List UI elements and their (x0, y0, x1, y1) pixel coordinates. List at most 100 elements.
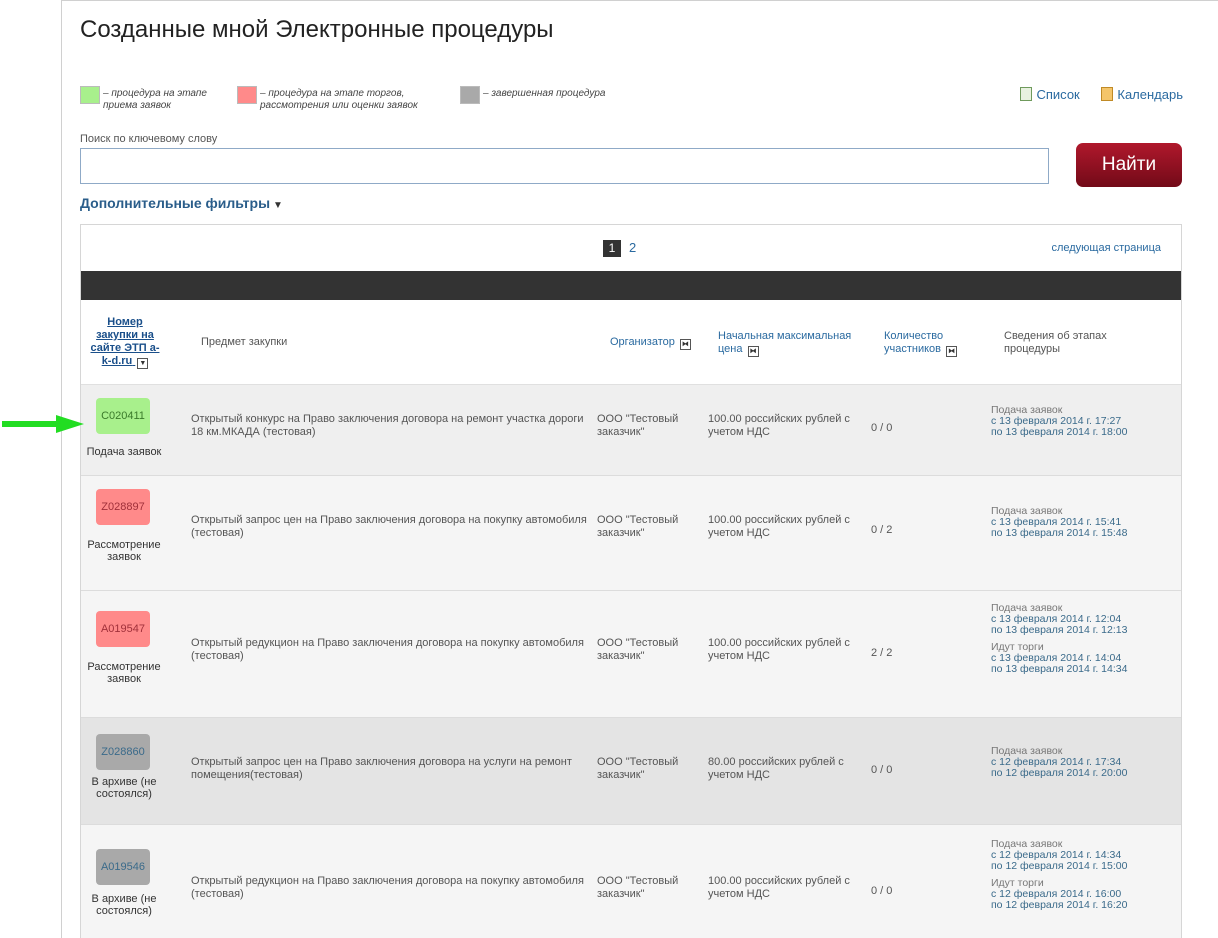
procedure-stages: Подача заявок с 13 февраля 2014 г. 12:04… (991, 603, 1181, 681)
table-header-band (81, 271, 1181, 300)
stage-block: Подача заявок с 13 февраля 2014 г. 12:04… (991, 603, 1181, 636)
procedure-status: В архиве (не состоялся) (91, 776, 157, 800)
additional-filters-label: Дополнительные фильтры (80, 195, 271, 211)
procedure-organizer: ООО "Тестовый заказчик" (597, 514, 679, 539)
stage-block: Идут торги с 12 февраля 2014 г. 16:00 по… (991, 878, 1181, 911)
page-2-link[interactable]: 2 (629, 240, 636, 255)
stage-block: Подача заявок с 13 февраля 2014 г. 17:27… (991, 405, 1181, 438)
stage-date-to: по 13 февраля 2014 г. 12:13 (991, 624, 1128, 636)
procedure-stages: Подача заявок с 12 февраля 2014 г. 14:34… (991, 839, 1181, 917)
stage-date-to: по 13 февраля 2014 г. 14:34 (991, 663, 1128, 675)
additional-filters-toggle[interactable]: Дополнительные фильтры ▼ (80, 195, 283, 211)
procedure-status: В архиве (не состоялся) (91, 893, 157, 917)
legend-text: – процедура на этапе приема заявок (103, 88, 207, 112)
procedure-status: Подача заявок (86, 446, 162, 458)
procedure-subject: Открытый конкурс на Право заключения дог… (191, 413, 584, 438)
sort-icon[interactable]: ⧓ (946, 346, 958, 357)
procedure-subject: Открытый запрос цен на Право заключения … (191, 514, 587, 539)
legend-text-line: приема заявок (103, 100, 171, 111)
legend-text-line: – процедура на этапе (103, 88, 207, 99)
participants-count: 2 / 2 (871, 647, 893, 659)
column-header-organizer-label: Организатор (610, 336, 675, 348)
table-header: Номер закупки на сайте ЭТП a-k-d.ru ▼ Пр… (81, 300, 1181, 385)
search-input[interactable] (80, 148, 1049, 184)
legend-text-line: – процедура на этапе торгов, (260, 88, 405, 99)
procedure-subject: Открытый запрос цен на Право заключения … (191, 756, 572, 781)
legend-text: – завершенная процедура (483, 88, 605, 100)
legend-text-line: – завершенная процедура (483, 88, 606, 99)
procedure-subject: Открытый редукцион на Право заключения д… (191, 875, 584, 900)
procedure-price: 100.00 российских рублей с учетом НДС (708, 514, 850, 539)
legend-text-line: рассмотрения или оценки заявок (260, 100, 418, 111)
participants-count: 0 / 2 (871, 524, 893, 536)
caret-down-icon: ▼ (273, 200, 283, 211)
column-header-organizer[interactable]: Организатор ⧓ (610, 336, 691, 350)
procedure-number-badge[interactable]: Z028860 (96, 734, 150, 770)
search-button[interactable]: Найти (1076, 143, 1182, 187)
procedure-number-badge[interactable]: A019547 (96, 611, 150, 647)
procedure-stages: Подача заявок с 13 февраля 2014 г. 17:27… (991, 405, 1181, 444)
search-label: Поиск по ключевому слову (80, 133, 218, 145)
procedure-stages: Подача заявок с 12 февраля 2014 г. 17:34… (991, 746, 1181, 785)
procedure-number-badge[interactable]: Z028897 (96, 489, 150, 525)
stage-date-to: по 12 февраля 2014 г. 16:20 (991, 899, 1128, 911)
stage-date-to: по 13 февраля 2014 г. 15:48 (991, 527, 1128, 539)
participants-count: 0 / 0 (871, 422, 893, 434)
column-header-price[interactable]: Начальная максимальная цена ⧓ (718, 330, 858, 357)
view-switcher: Список Календарь (1002, 87, 1183, 102)
procedure-status: Рассмотрение заявок (87, 539, 161, 563)
procedure-organizer: ООО "Тестовый заказчик" (597, 637, 679, 662)
legend-text: – процедура на этапе торгов, рассмотрени… (260, 88, 418, 112)
page-title: Созданные мной Электронные процедуры (80, 16, 554, 43)
sort-icon[interactable]: ⧓ (747, 346, 759, 357)
calendar-icon (1101, 87, 1114, 101)
stage-block: Подача заявок с 12 февраля 2014 г. 14:34… (991, 839, 1181, 872)
procedure-status: Рассмотрение заявок (87, 661, 161, 685)
stage-block: Идут торги с 13 февраля 2014 г. 14:04 по… (991, 642, 1181, 675)
procedure-price: 100.00 российских рублей с учетом НДС (708, 637, 850, 662)
page-1-current: 1 (603, 240, 621, 257)
procedure-subject: Открытый редукцион на Право заключения д… (191, 637, 584, 662)
participants-count: 0 / 0 (871, 764, 893, 776)
table-row[interactable]: A019547 Рассмотрение заявок Открытый ред… (81, 591, 1181, 718)
column-header-participants[interactable]: Количество участников ⧓ (884, 330, 979, 357)
next-page-link[interactable]: следующая страница (1051, 242, 1161, 254)
table-row[interactable]: A019546 В архиве (не состоялся) Открытый… (81, 825, 1181, 938)
procedure-organizer: ООО "Тестовый заказчик" (597, 413, 679, 438)
stage-block: Подача заявок с 13 февраля 2014 г. 15:41… (991, 506, 1181, 539)
legend-swatch-green (80, 86, 100, 104)
column-header-subject: Предмет закупки (201, 336, 288, 348)
procedure-price: 80.00 российских рублей с учетом НДС (708, 756, 844, 781)
stage-date-to: по 12 февраля 2014 г. 20:00 (991, 767, 1128, 779)
procedure-price: 100.00 российских рублей с учетом НДС (708, 413, 850, 438)
participants-count: 0 / 0 (871, 885, 893, 897)
column-header-number-label: Номер закупки на сайте ЭТП a-k-d.ru (90, 316, 160, 367)
column-header-price-label: Начальная максимальная цена (718, 330, 852, 355)
legend-swatch-red (237, 86, 257, 104)
pagination: 1 2 следующая страница (81, 225, 1181, 271)
sort-icon[interactable]: ⧓ (679, 339, 691, 350)
column-header-number[interactable]: Номер закупки на сайте ЭТП a-k-d.ru ▼ (89, 316, 161, 369)
stage-date-to: по 13 февраля 2014 г. 18:00 (991, 426, 1128, 438)
list-icon (1020, 87, 1033, 101)
column-header-participants-label: Количество участников (884, 330, 944, 355)
procedure-number-badge[interactable]: C020411 (96, 398, 150, 434)
legend-swatch-gray (460, 86, 480, 104)
calendar-view-label: Календарь (1117, 87, 1183, 102)
procedure-number-badge[interactable]: A019546 (96, 849, 150, 885)
stage-date-to: по 12 февраля 2014 г. 15:00 (991, 860, 1128, 872)
table-row[interactable]: Z028860 В архиве (не состоялся) Открытый… (81, 718, 1181, 825)
green-arrow-icon (2, 415, 84, 433)
column-header-stages: Сведения об этапах процедуры (1004, 330, 1107, 355)
table-row[interactable]: C020411 Подача заявок Открытый конкурс н… (81, 385, 1181, 476)
procedure-organizer: ООО "Тестовый заказчик" (597, 756, 679, 781)
procedure-price: 100.00 российских рублей с учетом НДС (708, 875, 850, 900)
list-view-link[interactable]: Список (1020, 87, 1080, 102)
stage-block: Подача заявок с 12 февраля 2014 г. 17:34… (991, 746, 1181, 779)
procedure-organizer: ООО "Тестовый заказчик" (597, 875, 679, 900)
calendar-view-link[interactable]: Календарь (1101, 87, 1183, 102)
procedures-table: 1 2 следующая страница Номер закупки на … (80, 224, 1182, 938)
table-row[interactable]: Z028897 Рассмотрение заявок Открытый зап… (81, 476, 1181, 591)
list-view-label: Список (1036, 87, 1080, 102)
sort-dropdown-icon[interactable]: ▼ (137, 358, 149, 369)
